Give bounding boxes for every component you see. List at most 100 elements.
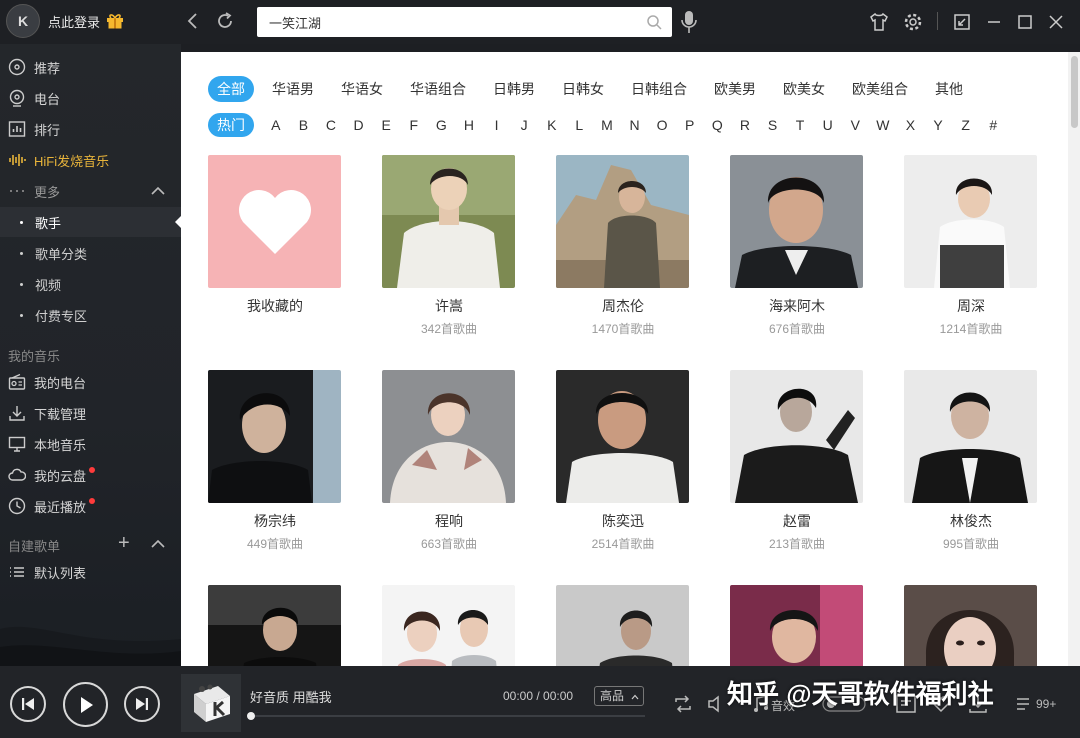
filter-letter[interactable]: F (400, 113, 428, 137)
sidebar-item-recent[interactable]: 最近播放 (8, 493, 96, 519)
artist-name[interactable]: 林俊杰 (904, 511, 1038, 531)
previous-button[interactable] (10, 686, 46, 722)
sidebar-item-download[interactable]: 下载管理 (8, 400, 86, 426)
filter-other[interactable]: 其他 (926, 76, 972, 102)
artist-photo[interactable] (730, 370, 863, 503)
filter-west-group[interactable]: 欧美组合 (843, 76, 917, 102)
refresh-button[interactable] (213, 9, 237, 33)
artist-card-favorites[interactable]: 我收藏的 (208, 155, 342, 316)
filter-letter[interactable]: M (593, 113, 621, 137)
artist-name[interactable]: 海来阿木 (730, 296, 864, 316)
filter-letter[interactable]: S (759, 113, 787, 137)
next-button[interactable] (124, 686, 160, 722)
scrollbar-thumb[interactable] (1071, 56, 1078, 128)
artist-name[interactable]: 杨宗纬 (208, 511, 342, 531)
search-icon[interactable] (646, 14, 662, 30)
filter-letter[interactable]: P (676, 113, 704, 137)
filter-letter[interactable]: H (455, 113, 483, 137)
progress-bar[interactable] (247, 712, 645, 720)
sidebar-more-toggle[interactable]: 更多 (8, 178, 60, 204)
filter-letter[interactable]: O (648, 113, 676, 137)
filter-hot[interactable]: 热门 (208, 113, 254, 137)
search-box[interactable] (257, 7, 672, 37)
filter-letter[interactable]: A (262, 113, 290, 137)
filter-letter[interactable]: W (869, 113, 897, 137)
artist-photo[interactable] (208, 585, 341, 666)
mini-mode-icon[interactable] (951, 11, 973, 33)
filter-letter[interactable]: V (841, 113, 869, 137)
artist-photo[interactable] (382, 585, 515, 666)
artist-card[interactable] (208, 585, 342, 666)
filter-letter[interactable]: T (786, 113, 814, 137)
sidebar-item-my-radio[interactable]: 我的电台 (8, 369, 86, 395)
artist-photo[interactable] (208, 370, 341, 503)
artist-card[interactable] (904, 585, 1038, 666)
sidebar-item-paid[interactable]: 付费专区 (20, 302, 87, 328)
artist-photo[interactable] (904, 370, 1037, 503)
artist-photo[interactable] (904, 155, 1037, 288)
gift-icon[interactable] (106, 13, 124, 29)
add-playlist-button[interactable]: + (118, 533, 130, 553)
loop-icon[interactable] (672, 694, 694, 714)
filter-jk-group[interactable]: 日韩组合 (622, 76, 696, 102)
artist-photo[interactable] (382, 155, 515, 288)
artist-photo[interactable] (730, 585, 863, 666)
filter-letter[interactable]: J (510, 113, 538, 137)
artist-photo[interactable] (556, 155, 689, 288)
filter-cn-female[interactable]: 华语女 (332, 76, 392, 102)
artist-photo[interactable] (904, 585, 1037, 666)
settings-gear-icon[interactable] (902, 11, 924, 33)
artist-photo[interactable] (730, 155, 863, 288)
maximize-icon[interactable] (1014, 11, 1036, 33)
artist-photo[interactable] (556, 585, 689, 666)
filter-letter[interactable]: D (345, 113, 373, 137)
user-login[interactable]: K 点此登录 (6, 4, 124, 38)
search-input[interactable] (257, 7, 637, 37)
artist-card[interactable]: 林俊杰 995首歌曲 (904, 370, 1038, 552)
sidebar-item-local-music[interactable]: 本地音乐 (8, 431, 86, 457)
sidebar-item-radio[interactable]: 电台 (8, 85, 60, 111)
filter-letter[interactable]: # (979, 113, 1007, 137)
artist-card[interactable]: 杨宗纬 449首歌曲 (208, 370, 342, 552)
filter-cn-group[interactable]: 华语组合 (401, 76, 475, 102)
filter-letter[interactable]: R (731, 113, 759, 137)
artist-name[interactable]: 许嵩 (382, 296, 516, 316)
close-icon[interactable] (1045, 11, 1067, 33)
sidebar-item-default-list[interactable]: 默认列表 (8, 559, 86, 585)
filter-letter[interactable]: K (538, 113, 566, 137)
filter-letter[interactable]: N (621, 113, 649, 137)
minimize-icon[interactable] (983, 11, 1005, 33)
artist-name[interactable]: 陈奕迅 (556, 511, 690, 531)
filter-letter[interactable]: E (372, 113, 400, 137)
sidebar-item-playlist-category[interactable]: 歌单分类 (20, 240, 87, 266)
artist-card[interactable]: 程响 663首歌曲 (382, 370, 516, 552)
filter-jk-male[interactable]: 日韩男 (484, 76, 544, 102)
favorites-cover[interactable] (208, 155, 341, 288)
filter-letter[interactable]: X (897, 113, 925, 137)
filter-letter[interactable]: Y (924, 113, 952, 137)
artist-card[interactable]: 赵雷 213首歌曲 (730, 370, 864, 552)
artist-card[interactable] (556, 585, 690, 666)
volume-icon[interactable] (706, 694, 728, 714)
filter-letter[interactable]: U (814, 113, 842, 137)
avatar[interactable]: K (6, 4, 40, 38)
artist-card[interactable]: 陈奕迅 2514首歌曲 (556, 370, 690, 552)
chevron-up-icon[interactable] (149, 537, 167, 551)
sidebar-item-rank[interactable]: 排行 (8, 116, 60, 142)
filter-letter[interactable]: G (428, 113, 456, 137)
artist-photo[interactable] (382, 370, 515, 503)
sidebar-item-video[interactable]: 视频 (20, 271, 61, 297)
filter-letter[interactable]: I (483, 113, 511, 137)
filter-west-male[interactable]: 欧美男 (705, 76, 765, 102)
artist-name[interactable]: 程响 (382, 511, 516, 531)
artist-card[interactable]: 周杰伦 1470首歌曲 (556, 155, 690, 337)
artist-card[interactable]: 许嵩 342首歌曲 (382, 155, 516, 337)
filter-jk-female[interactable]: 日韩女 (553, 76, 613, 102)
filter-cn-male[interactable]: 华语男 (263, 76, 323, 102)
filter-west-female[interactable]: 欧美女 (774, 76, 834, 102)
progress-knob[interactable] (247, 712, 255, 720)
filter-letter[interactable]: C (317, 113, 345, 137)
login-link[interactable]: 点此登录 (48, 12, 100, 31)
artist-card[interactable]: 周深 1214首歌曲 (904, 155, 1038, 337)
artist-name[interactable]: 周杰伦 (556, 296, 690, 316)
